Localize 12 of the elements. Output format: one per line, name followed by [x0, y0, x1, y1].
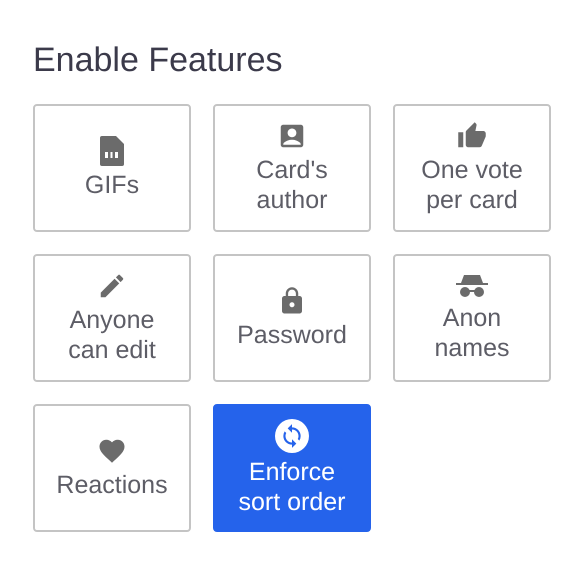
feature-toggle[interactable]: GIFs: [33, 104, 191, 232]
feature-toggle[interactable]: Password: [213, 254, 371, 382]
section-title: Enable Features: [33, 40, 284, 81]
file-icon: [100, 136, 124, 166]
feature-toggle[interactable]: Reactions: [33, 404, 191, 532]
feature-toggle[interactable]: Card's author: [213, 104, 371, 232]
hat-and-glasses-icon: [456, 273, 488, 299]
sync-icon: [275, 419, 309, 453]
feature-toggle[interactable]: Anyone can edit: [33, 254, 191, 382]
feature-toggle[interactable]: Anon names: [393, 254, 551, 382]
feature-toggle[interactable]: Enforce sort order: [213, 404, 371, 532]
feature-toggle[interactable]: One vote per card: [393, 104, 551, 232]
